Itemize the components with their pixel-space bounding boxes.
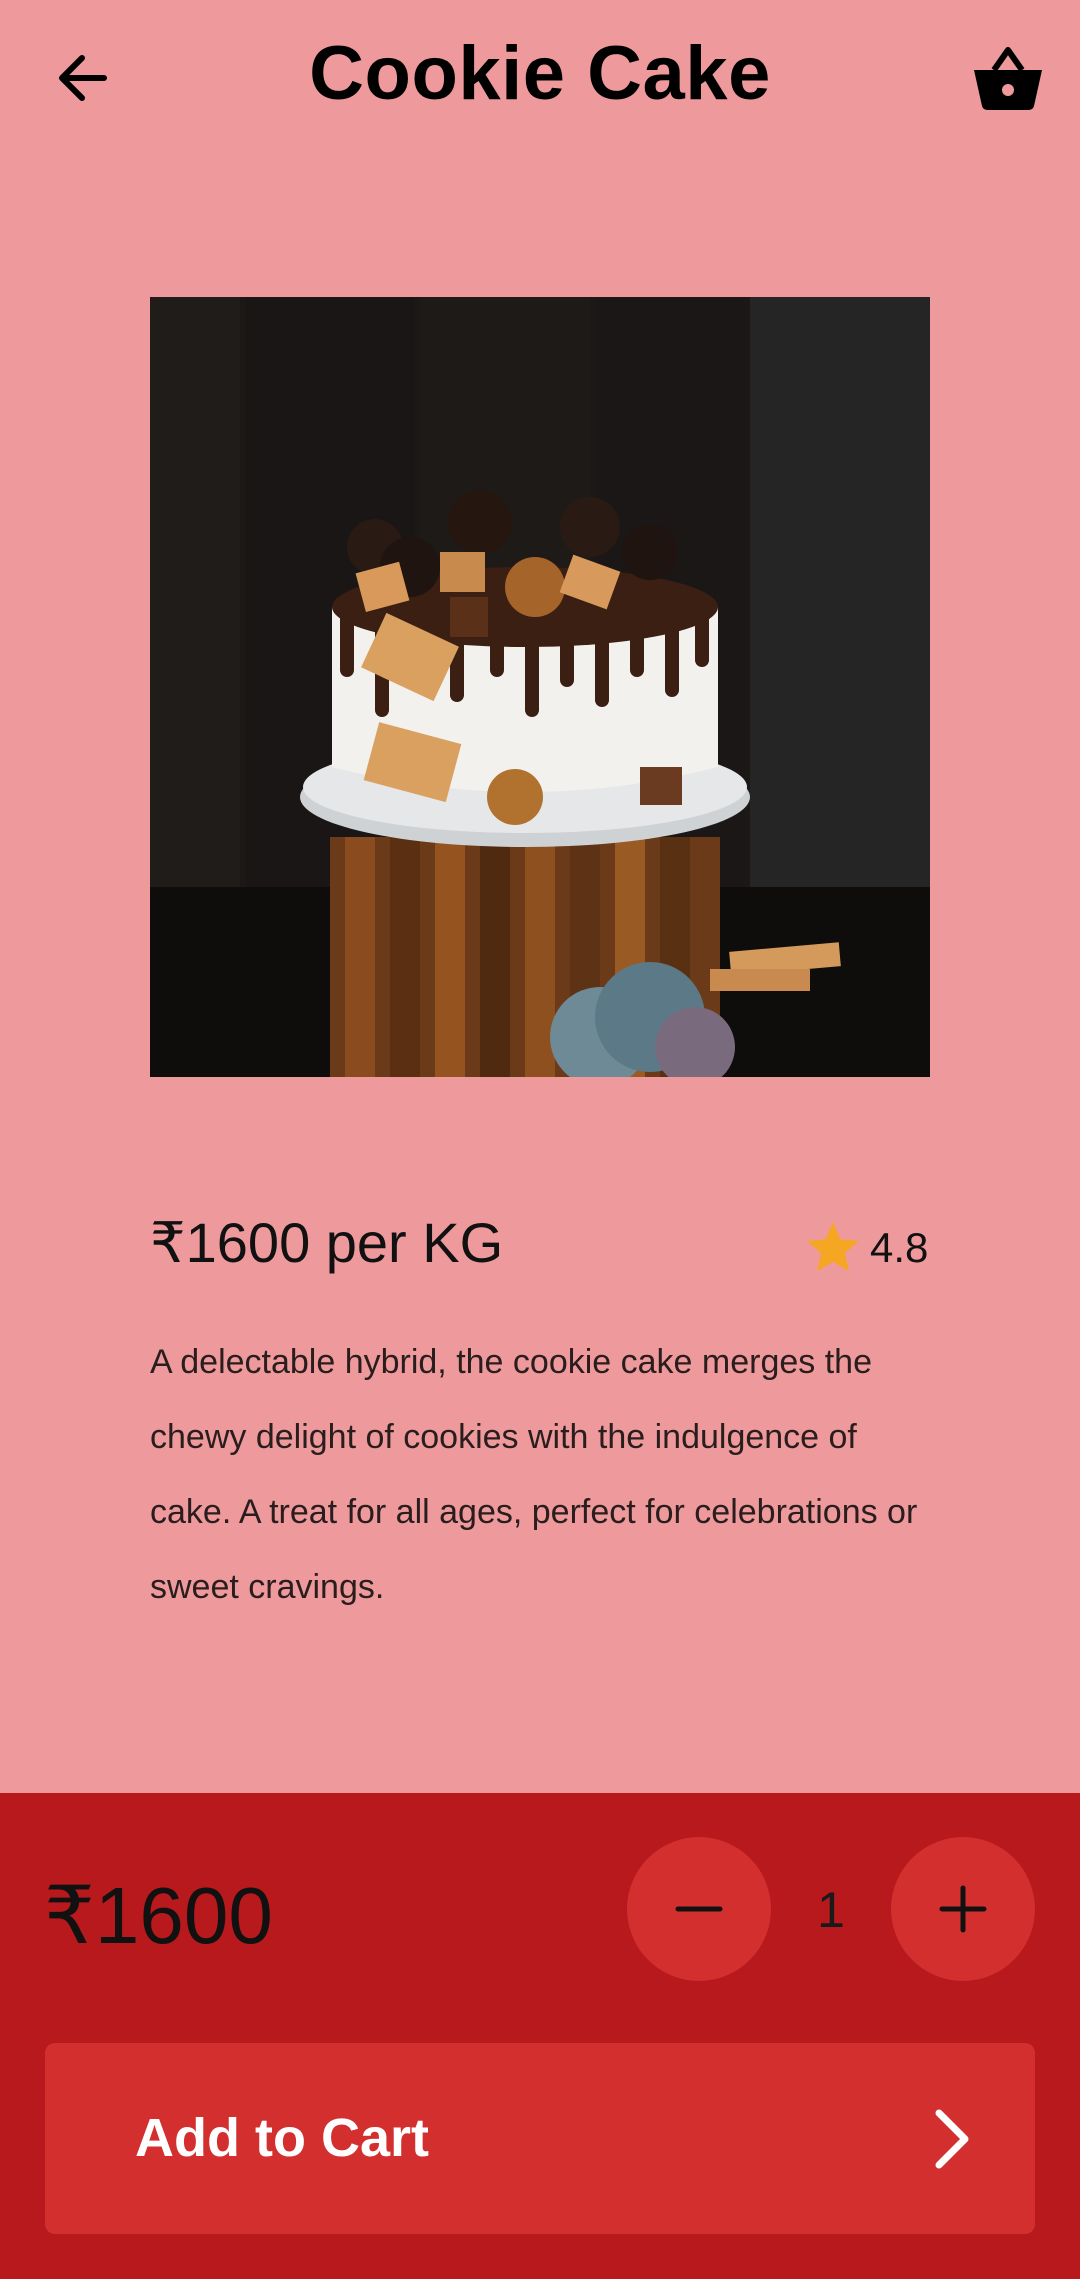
plus-icon (939, 1885, 987, 1933)
add-to-cart-button[interactable]: Add to Cart (45, 2043, 1035, 2234)
page-title: Cookie Cake (309, 31, 771, 116)
price-per-unit: ₹1600 per KG (150, 1211, 504, 1274)
shopping-basket-icon (974, 47, 1042, 110)
cart-button[interactable] (970, 40, 1046, 116)
chevron-right-icon (935, 2109, 969, 2169)
product-description: A delectable hybrid, the cookie cake mer… (150, 1343, 918, 1606)
quantity-value: 1 (817, 1882, 845, 1938)
increase-quantity-button[interactable] (891, 1837, 1035, 1981)
star-icon (807, 1222, 859, 1272)
total-price: ₹1600 (44, 1871, 273, 1960)
rating: 4.8 (802, 1216, 928, 1280)
order-panel: ₹1600 1 Add to Cart (0, 1793, 1080, 2279)
minus-icon (675, 1906, 723, 1912)
product-image (150, 297, 930, 1077)
decrease-quantity-button[interactable] (627, 1837, 771, 1981)
rating-value: 4.8 (870, 1224, 929, 1271)
app-bar: Cookie Cake (0, 0, 1080, 160)
cake-illustration (150, 297, 930, 1077)
add-to-cart-label: Add to Cart (135, 2108, 429, 2168)
